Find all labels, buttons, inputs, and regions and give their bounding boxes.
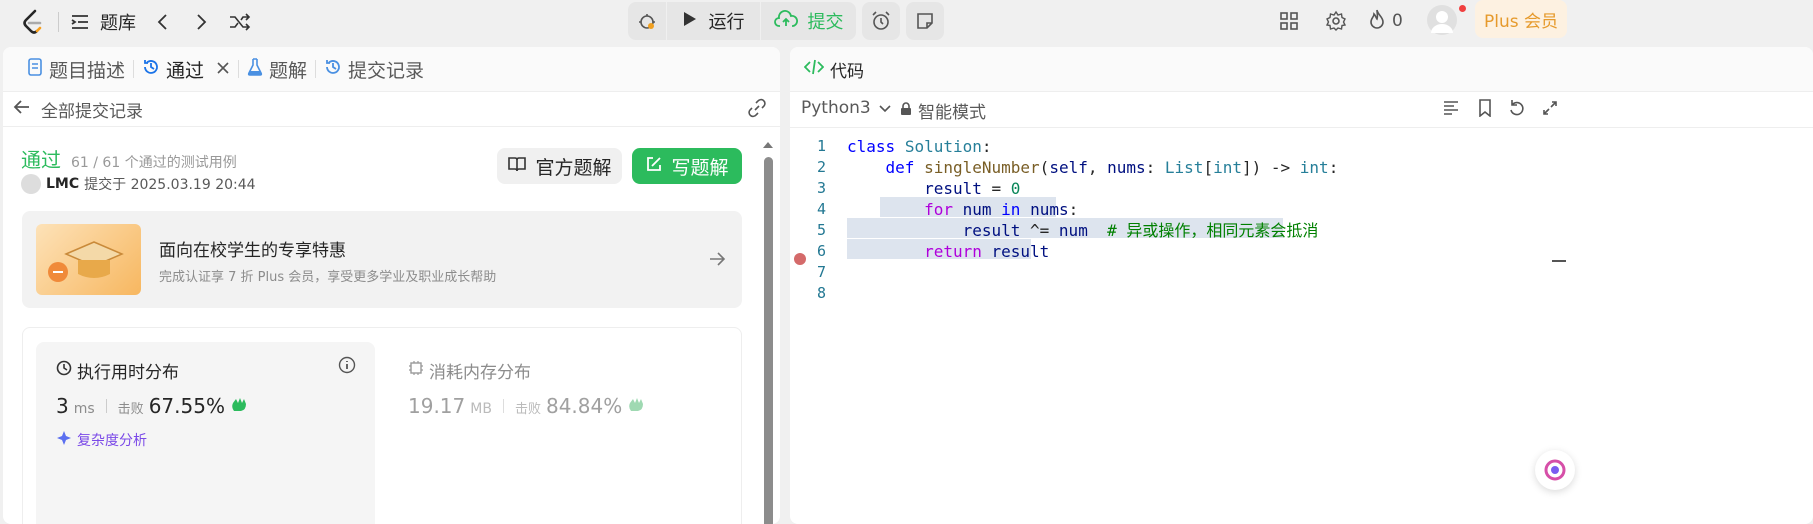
status-badge: 通过 bbox=[21, 148, 61, 172]
link-icon[interactable] bbox=[747, 98, 767, 122]
info-icon[interactable] bbox=[338, 356, 356, 378]
tab-solutions[interactable]: 题解 bbox=[239, 47, 315, 92]
breakpoint-dot[interactable] bbox=[794, 253, 806, 265]
list-icon bbox=[70, 13, 90, 31]
line-number: 1 bbox=[816, 137, 826, 155]
edit-icon bbox=[645, 155, 663, 178]
streak-counter[interactable]: 0 bbox=[1368, 9, 1403, 33]
lock-icon bbox=[900, 101, 912, 121]
promo-subtitle: 完成认证享 7 折 Plus 会员，享受更多学业及职业成长帮助 bbox=[159, 270, 497, 285]
submitter-row: LMC 提交于 2025.03.19 20:44 bbox=[21, 174, 256, 194]
write-solution-button[interactable]: 写题解 bbox=[632, 148, 742, 184]
submit-button[interactable]: 提交 bbox=[761, 2, 856, 40]
tab-submissions[interactable]: 提交记录 bbox=[316, 47, 432, 92]
layout-grid-icon[interactable] bbox=[1278, 10, 1300, 32]
reset-icon[interactable] bbox=[1508, 99, 1526, 122]
arrow-right-icon bbox=[708, 251, 726, 271]
runtime-panel[interactable]: 执行用时分布 3 ms 击败 67.55% 复杂度分析 bbox=[36, 342, 375, 524]
promo-title: 面向在校学生的专享特惠 bbox=[159, 241, 346, 261]
clapping-hands-icon bbox=[627, 395, 645, 417]
editor-toolbar: Python3 智能模式 bbox=[790, 92, 1813, 128]
note-icon[interactable] bbox=[906, 2, 944, 40]
chevron-down-icon bbox=[879, 98, 891, 118]
alarm-clock-icon[interactable] bbox=[862, 2, 900, 40]
clock-icon bbox=[56, 360, 72, 381]
tab-description[interactable]: 题目描述 bbox=[19, 47, 133, 92]
code-line-6: return result bbox=[924, 242, 1050, 261]
format-icon[interactable] bbox=[1442, 100, 1460, 121]
book-icon bbox=[507, 155, 527, 177]
close-tab-icon[interactable] bbox=[216, 58, 230, 80]
sparkle-icon bbox=[56, 430, 72, 450]
plus-member-button[interactable]: Plus 会员 bbox=[1475, 0, 1567, 38]
settings-gear-icon[interactable] bbox=[1324, 9, 1348, 33]
tab-accepted[interactable]: 通过 bbox=[134, 47, 238, 92]
back-arrow-icon[interactable] bbox=[13, 99, 31, 120]
flask-icon bbox=[247, 57, 263, 81]
memory-title: 消耗内存分布 bbox=[429, 363, 531, 383]
left-panel: 题目描述 通过 题解 提交记录 全部提交记录 通过 61 / 61 个通过的测试… bbox=[3, 47, 780, 524]
fire-icon bbox=[1368, 8, 1386, 35]
status-row: 通过 61 / 61 个通过的测试用例 bbox=[21, 144, 237, 173]
runtime-beat-percent: 67.55% bbox=[148, 394, 225, 418]
user-avatar[interactable] bbox=[1427, 5, 1457, 35]
complexity-analysis-link[interactable]: 复杂度分析 bbox=[56, 430, 147, 450]
memory-panel[interactable]: 消耗内存分布 19.17 MB 击败 84.84% bbox=[408, 342, 728, 524]
test-cases-text: 61 / 61 个通过的测试用例 bbox=[71, 155, 237, 171]
debug-button[interactable] bbox=[628, 2, 666, 40]
user-avatar-small[interactable] bbox=[21, 174, 41, 194]
history-icon bbox=[142, 58, 160, 81]
leetcode-logo[interactable] bbox=[18, 6, 46, 38]
document-icon bbox=[27, 57, 43, 81]
left-tabs: 题目描述 通过 题解 提交记录 bbox=[3, 47, 780, 92]
back-row: 全部提交记录 bbox=[3, 92, 780, 127]
student-promo-banner[interactable]: 面向在校学生的专享特惠 完成认证享 7 折 Plus 会员，享受更多学业及职业成… bbox=[22, 211, 742, 308]
all-submissions-link[interactable]: 全部提交记录 bbox=[41, 97, 143, 122]
code-editor[interactable]: 12345678 class Solution: def singleNumbe… bbox=[790, 135, 1560, 524]
runtime-value: 3 bbox=[56, 394, 69, 418]
top-bar: 题库 运行 提交 0 Plus 会员 bbox=[0, 0, 1813, 44]
prev-problem-icon[interactable] bbox=[152, 10, 172, 34]
ai-assistant-icon[interactable] bbox=[1535, 450, 1575, 490]
submit-time: 提交于 2025.03.19 20:44 bbox=[84, 177, 256, 193]
official-solution-button[interactable]: 官方题解 bbox=[497, 148, 622, 184]
clapping-hands-icon bbox=[230, 395, 248, 417]
shuffle-icon[interactable] bbox=[228, 10, 252, 34]
memory-beat-percent: 84.84% bbox=[545, 394, 623, 418]
line-number: 2 bbox=[816, 158, 826, 176]
editor-scroll-marker bbox=[1552, 260, 1566, 262]
scrollbar-thumb[interactable] bbox=[764, 157, 773, 524]
line-number: 4 bbox=[816, 200, 826, 218]
memory-value: 19.17 bbox=[408, 394, 466, 418]
run-button[interactable]: 运行 bbox=[667, 2, 760, 40]
code-icon bbox=[803, 59, 825, 80]
line-number: 5 bbox=[816, 221, 826, 239]
line-number: 7 bbox=[816, 263, 826, 281]
code-title: 代码 bbox=[830, 61, 864, 82]
language-selector[interactable]: Python3 bbox=[801, 98, 891, 118]
history-icon bbox=[324, 58, 342, 81]
play-icon bbox=[683, 11, 697, 32]
stats-card: 执行用时分布 3 ms 击败 67.55% 复杂度分析 消耗内存分布 19.17… bbox=[22, 327, 742, 524]
code-panel: 代码 Python3 智能模式 12345678 class Solution:… bbox=[790, 47, 1813, 524]
problem-bank-button[interactable]: 题库 bbox=[70, 8, 136, 36]
line-number: 3 bbox=[816, 179, 826, 197]
bookmark-icon[interactable] bbox=[1478, 99, 1492, 122]
fullscreen-icon[interactable] bbox=[1542, 100, 1558, 121]
graduation-cap-icon bbox=[36, 224, 141, 295]
line-number: 8 bbox=[816, 284, 826, 302]
username[interactable]: LMC bbox=[46, 176, 79, 192]
next-problem-icon[interactable] bbox=[192, 10, 212, 34]
runtime-title: 执行用时分布 bbox=[77, 363, 179, 383]
chip-icon bbox=[408, 360, 424, 381]
upload-cloud-icon bbox=[773, 9, 798, 33]
code-header: 代码 bbox=[790, 47, 1813, 92]
smart-mode-toggle[interactable]: 智能模式 bbox=[900, 98, 986, 123]
notification-dot bbox=[1459, 5, 1466, 12]
left-scrollbar[interactable] bbox=[761, 135, 775, 524]
